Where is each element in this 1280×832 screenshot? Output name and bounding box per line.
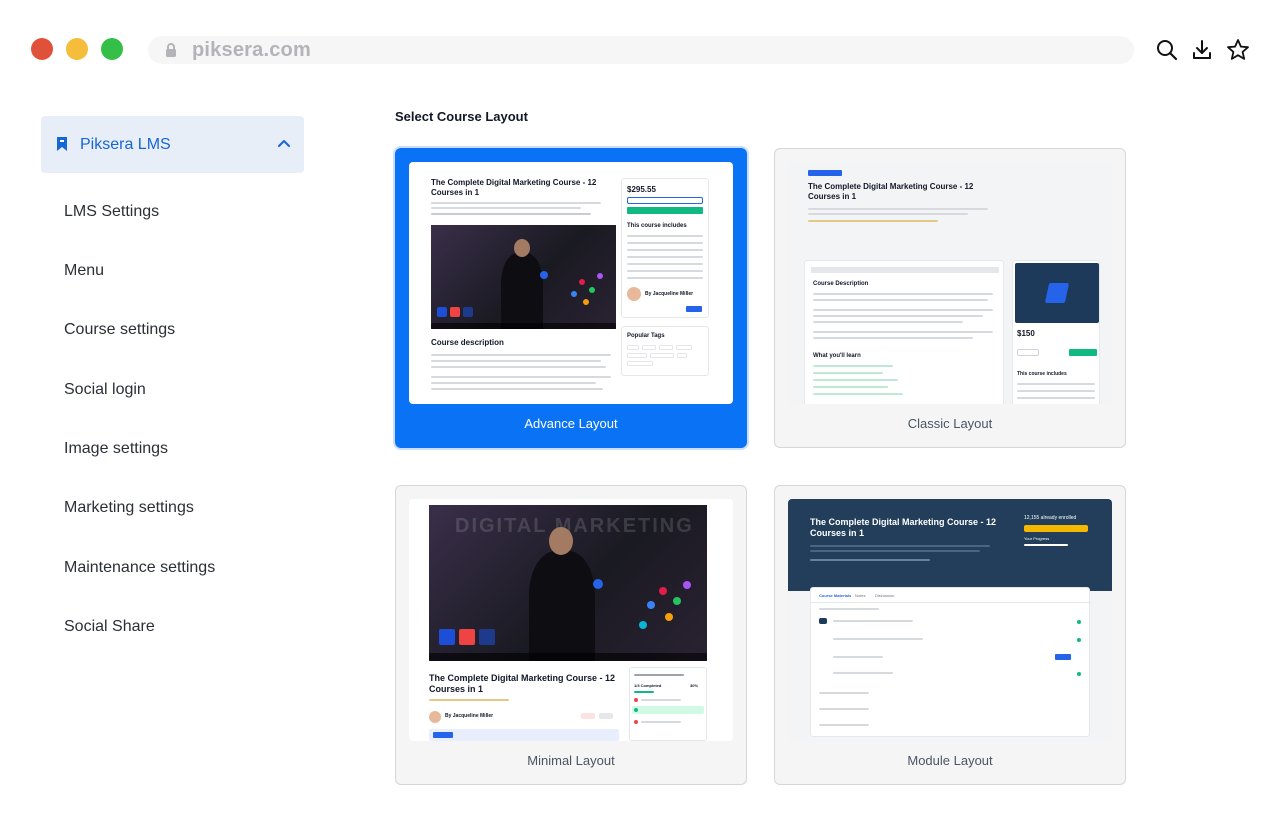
bookmark-icon xyxy=(56,136,68,152)
preview-hero: The Complete Digital Marketing Course - … xyxy=(788,499,1112,591)
preview-tab-notes: Notes xyxy=(855,593,866,598)
sidebar: Piksera LMS LMS Settings Menu Course set… xyxy=(41,116,304,635)
page-title: Select Course Layout xyxy=(395,109,528,124)
sidebar-item-social-share[interactable]: Social Share xyxy=(64,618,155,636)
preview-sidebar-box: $150 This course includes xyxy=(1012,260,1100,404)
preview-price: $295.55 xyxy=(627,185,656,194)
preview-description-heading: Course description xyxy=(431,338,504,347)
preview-learn-heading: What you'll learn xyxy=(813,353,861,359)
layout-card-label: Module Layout xyxy=(907,753,993,768)
preview-course-title: The Complete Digital Marketing Course - … xyxy=(810,517,997,538)
download-icon[interactable] xyxy=(1189,37,1215,63)
maximize-window-button[interactable] xyxy=(101,38,123,60)
sidebar-group-piksera-lms[interactable]: Piksera LMS xyxy=(41,116,304,173)
preview-video: DIGITAL MARKETING xyxy=(429,505,707,661)
preview-modules-box: Course Materials Notes Discussion xyxy=(810,587,1091,737)
preview-author: By Jacqueline Miller xyxy=(645,291,694,297)
layout-card-module[interactable]: The Complete Digital Marketing Course - … xyxy=(774,485,1126,785)
minimize-window-button[interactable] xyxy=(66,38,88,60)
layout-card-label: Minimal Layout xyxy=(527,753,615,768)
layout-card-label: Advance Layout xyxy=(524,416,618,431)
layout-card-minimal[interactable]: DIGITAL MARKETING The Complete Digital M… xyxy=(395,485,747,785)
preview-video-word: DIGITAL MARKETING xyxy=(455,515,694,537)
sidebar-item-lms-settings[interactable]: LMS Settings xyxy=(64,203,159,221)
preview-progress: Your Progress xyxy=(1024,536,1050,541)
module-layout-preview: The Complete Digital Marketing Course - … xyxy=(788,499,1112,741)
address-bar[interactable]: piksera.com xyxy=(148,36,1134,64)
advance-layout-preview: The Complete Digital Marketing Course - … xyxy=(409,162,733,404)
layout-card-label: Classic Layout xyxy=(907,416,993,431)
sidebar-item-social-login[interactable]: Social login xyxy=(64,381,146,399)
close-window-button[interactable] xyxy=(31,38,53,60)
browser-chrome: piksera.com xyxy=(0,0,1280,100)
preview-completed: 1/3 Completed xyxy=(634,683,662,688)
minimal-layout-preview: DIGITAL MARKETING The Complete Digital M… xyxy=(409,499,733,741)
preview-tags-heading: Popular Tags xyxy=(627,333,665,339)
preview-enrolled: 12,155 already enrolled xyxy=(1024,515,1077,521)
sidebar-group-label: Piksera LMS xyxy=(80,136,171,153)
star-icon[interactable] xyxy=(1225,37,1251,63)
preview-author: By Jacqueline Miller xyxy=(445,713,494,719)
preview-progress-box: 1/3 Completed 30% xyxy=(629,667,707,741)
url-text: piksera.com xyxy=(192,39,311,61)
preview-description-heading: Course Description xyxy=(813,281,869,287)
preview-includes: This course includes xyxy=(1017,371,1067,377)
chevron-up-icon[interactable] xyxy=(276,136,292,152)
search-icon[interactable] xyxy=(1154,37,1180,63)
preview-content-box: Course Description What you'll learn xyxy=(804,260,1004,404)
preview-tags-box: Popular Tags xyxy=(621,326,709,376)
preview-tab-materials: Course Materials xyxy=(819,593,852,598)
preview-price-box: $295.55 This course includes By Jacqueli… xyxy=(621,178,709,318)
layout-card-advance[interactable]: The Complete Digital Marketing Course - … xyxy=(395,148,747,448)
layout-card-classic[interactable]: The Complete Digital Marketing Course - … xyxy=(774,148,1126,448)
sidebar-item-course-settings[interactable]: Course settings xyxy=(64,321,175,339)
preview-percent: 30% xyxy=(690,683,699,688)
preview-course-title: The Complete Digital Marketing Course - … xyxy=(431,178,597,197)
preview-includes: This course includes xyxy=(627,223,687,229)
preview-tab-discussion: Discussion xyxy=(875,593,895,598)
sidebar-item-image-settings[interactable]: Image settings xyxy=(64,440,168,458)
preview-video xyxy=(431,225,616,329)
sidebar-item-marketing-settings[interactable]: Marketing settings xyxy=(64,499,194,517)
classic-layout-preview: The Complete Digital Marketing Course - … xyxy=(788,162,1112,404)
sidebar-item-menu[interactable]: Menu xyxy=(64,262,104,280)
preview-course-title: The Complete Digital Marketing Course - … xyxy=(808,182,974,201)
preview-price: $150 xyxy=(1017,329,1035,338)
preview-course-title: The Complete Digital Marketing Course - … xyxy=(429,673,616,694)
lock-icon xyxy=(162,41,180,59)
sidebar-item-maintenance-settings[interactable]: Maintenance settings xyxy=(64,559,215,577)
